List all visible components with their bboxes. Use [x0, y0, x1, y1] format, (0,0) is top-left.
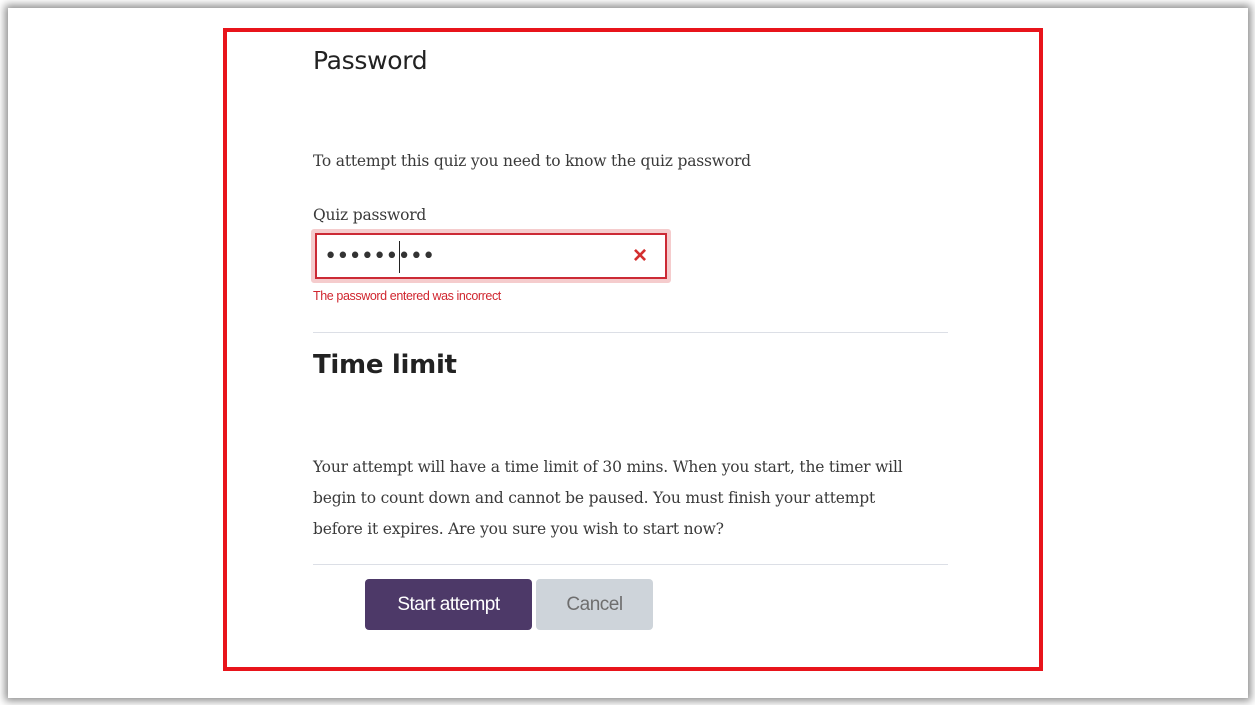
time-limit-section-heading: Time limit [313, 350, 457, 380]
password-intro-text: To attempt this quiz you need to know th… [313, 152, 751, 170]
quiz-password-field-wrapper: ••••••••• × [311, 229, 671, 283]
time-limit-line-1: Your attempt will have a time limit of 3… [313, 458, 903, 476]
time-limit-description: Your attempt will have a time limit of 3… [313, 452, 953, 545]
time-limit-line-2: begin to count down and cannot be paused… [313, 489, 875, 507]
start-attempt-button[interactable]: Start attempt [365, 579, 532, 630]
quiz-password-label: Quiz password [313, 206, 427, 224]
time-limit-line-3: before it expires. Are you sure you wish… [313, 520, 724, 538]
masked-password-value: ••••••••• [324, 244, 435, 269]
actions-divider [313, 564, 948, 565]
password-section-heading: Password [313, 46, 428, 75]
password-error-message: The password entered was incorrect [313, 289, 501, 303]
text-caret [399, 241, 400, 273]
close-x-icon[interactable]: × [627, 243, 653, 269]
cancel-button[interactable]: Cancel [536, 579, 653, 630]
quiz-password-input[interactable]: ••••••••• × [315, 233, 667, 279]
section-divider [313, 332, 948, 333]
